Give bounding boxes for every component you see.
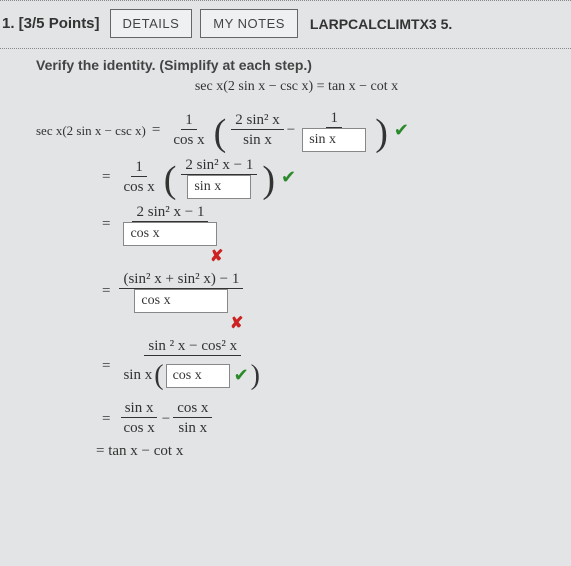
denom: sin x — [239, 130, 276, 151]
frac-1-cosx: 1 cos x — [169, 111, 208, 151]
numer: (sin² x + sin² x) − 1 — [119, 270, 243, 289]
numer: sin ² x − cos² x — [144, 337, 241, 356]
equals-sign: = — [96, 216, 116, 233]
step1-lhs: sec x(2 sin x − csc x) — [36, 123, 146, 139]
step-2: = 1 cos x ( 2 sin² x − 1 sin x ) ✔ — [96, 156, 557, 199]
identity-equation: sec x(2 sin x − csc x) = tan x − cot x — [36, 79, 557, 95]
sinx-text: sin x — [123, 365, 152, 386]
prompt-text: Verify the identity. (Simplify at each s… — [36, 57, 557, 73]
step-7: = tan x − cot x — [96, 443, 557, 460]
check-icon: ✔ — [230, 363, 249, 388]
equals-sign: = — [96, 169, 116, 186]
step-4: = (sin² x + sin² x) − 1 cos x ✘ — [96, 270, 557, 333]
my-notes-button[interactable]: MY NOTES — [200, 9, 298, 38]
cross-icon: ✘ — [206, 246, 223, 266]
denom: sin x — [298, 128, 370, 152]
check-icon: ✔ — [277, 167, 296, 188]
numer: 2 sin² x — [231, 111, 284, 130]
minus-sign: − — [162, 411, 170, 428]
answer-input-4[interactable]: cos x — [134, 289, 228, 313]
step-5: = sin ² x − cos² x sin x ( cos x ✔ ) — [96, 337, 557, 395]
frac-1-cosx: 1 cos x — [119, 158, 158, 198]
numer: 1 — [131, 158, 147, 177]
denom: cos x — [119, 222, 221, 246]
question-number: 1. [3/5 Points] — [2, 15, 100, 32]
equals-sign: = — [96, 411, 116, 428]
denom: sin x — [183, 175, 255, 199]
minus-sign: − — [287, 122, 295, 139]
answer-input-3[interactable]: cos x — [123, 222, 217, 246]
numer: sin x — [121, 399, 158, 418]
final-line: = tan x − cot x — [96, 443, 183, 460]
numer: 1 — [181, 111, 197, 130]
denom: sin x ( cos x ✔ ) — [119, 356, 266, 395]
answer-input-1[interactable]: sin x — [302, 128, 366, 152]
cross-icon: ✘ — [226, 313, 243, 333]
details-button[interactable]: DETAILS — [110, 9, 193, 38]
denom: cos x — [119, 177, 158, 198]
lparen-icon: ( — [152, 356, 165, 395]
equals-sign: = — [146, 122, 166, 139]
frac-sinx-cosx: sin x cos x — [119, 399, 158, 439]
numer: 2 sin² x − 1 — [181, 156, 257, 175]
step-3: = 2 sin² x − 1 cos x ✘ — [96, 203, 557, 266]
equals-sign: = — [96, 283, 116, 300]
frac-1-input: 1 sin x — [298, 109, 370, 152]
textbook-ref: LARPCALCLIMTX3 5. — [310, 16, 452, 32]
frac-top-input: 2 sin² x − 1 sin x — [181, 156, 257, 199]
denom: cos x — [119, 418, 158, 439]
answer-input-5[interactable]: cos x — [166, 364, 230, 388]
denom: cos x — [169, 130, 208, 151]
step-6: = sin x cos x − cos x sin x — [96, 399, 557, 439]
frac-sin2-cos2: sin ² x − cos² x sin x ( cos x ✔ ) — [119, 337, 266, 395]
denom: cos x — [130, 289, 232, 313]
equals-sign: = — [96, 358, 116, 375]
rparen-icon: ) — [249, 356, 262, 395]
check-icon: ✔ — [390, 120, 409, 141]
denom: sin x — [174, 418, 211, 439]
frac-cosx-sinx: cos x sin x — [173, 399, 212, 439]
frac-2sin2-sinx: 2 sin² x sin x — [231, 111, 284, 151]
numer: cos x — [173, 399, 212, 418]
numer: 2 sin² x − 1 — [132, 203, 208, 222]
answer-input-2[interactable]: sin x — [187, 175, 251, 199]
frac-top-input: 2 sin² x − 1 cos x — [119, 203, 221, 246]
numer: 1 — [326, 109, 342, 128]
frac-top-input: (sin² x + sin² x) − 1 cos x — [119, 270, 243, 313]
step-1: sec x(2 sin x − csc x) = 1 cos x ( 2 sin… — [36, 109, 557, 152]
